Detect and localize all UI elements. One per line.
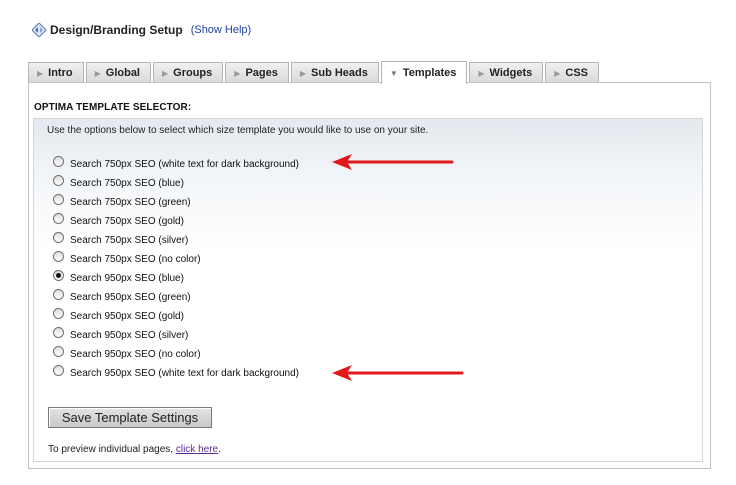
page-header: Design/Branding Setup (Show Help) [32,22,251,38]
template-option[interactable]: Search 750px SEO (green) [53,193,299,212]
template-option[interactable]: Search 950px SEO (white text for dark ba… [53,364,299,383]
radio-button[interactable] [53,175,64,186]
triangle-right-icon: ▶ [478,68,485,78]
tab-label: Sub Heads [311,67,368,79]
red-arrow-icon [332,365,464,381]
tab-templates[interactable]: ▼ Templates [380,61,468,84]
show-help-link[interactable]: (Show Help) [191,24,252,36]
tab-pages[interactable]: ▶ Pages [225,62,289,83]
save-template-settings-button[interactable]: Save Template Settings [48,407,212,428]
option-label: Search 950px SEO (silver) [70,330,189,341]
tab-label: Widgets [489,67,533,79]
red-arrow-icon [332,154,454,170]
template-option[interactable]: Search 750px SEO (silver) [53,231,299,250]
radio-button[interactable] [53,346,64,357]
tab-widgets[interactable]: ▶ Widgets [469,62,544,83]
preview-text: To preview individual pages, [48,444,176,455]
option-label: Search 750px SEO (gold) [70,216,184,227]
option-label: Search 950px SEO (no color) [70,349,201,360]
radio-button[interactable] [53,365,64,376]
triangle-down-icon: ▼ [389,68,398,78]
template-option[interactable]: Search 950px SEO (green) [53,288,299,307]
option-label: Search 950px SEO (green) [70,292,191,303]
section-intro: Use the options below to select which si… [47,125,429,136]
triangle-right-icon: ▶ [37,68,44,78]
template-option[interactable]: Search 950px SEO (gold) [53,307,299,326]
tab-css[interactable]: ▶ CSS [545,62,600,83]
click-here-link[interactable]: click here [176,444,218,455]
radio-button[interactable] [53,327,64,338]
option-label: Search 750px SEO (green) [70,197,191,208]
tab-label: CSS [565,67,589,79]
option-label: Search 950px SEO (blue) [70,273,184,284]
preview-suffix: . [218,444,221,455]
radio-button[interactable] [53,289,64,300]
template-option[interactable]: Search 950px SEO (no color) [53,345,299,364]
triangle-right-icon: ▶ [162,68,169,78]
option-label: Search 950px SEO (gold) [70,311,184,322]
option-label: Search 750px SEO (blue) [70,178,184,189]
design-diamond-icon [32,23,46,37]
template-option[interactable]: Search 750px SEO (gold) [53,212,299,231]
triangle-right-icon: ▶ [554,68,561,78]
radio-button[interactable] [53,156,64,167]
tab-groups[interactable]: ▶ Groups [153,62,224,83]
template-option[interactable]: Search 950px SEO (blue) [53,269,299,288]
tab-label: Intro [48,67,73,79]
section-title: OPTIMA TEMPLATE SELECTOR: [34,102,192,113]
radio-button[interactable] [53,270,64,281]
template-option[interactable]: Search 750px SEO (white text for dark ba… [53,155,299,174]
template-option[interactable]: Search 750px SEO (blue) [53,174,299,193]
tab-label: Pages [245,67,278,79]
option-label: Search 750px SEO (silver) [70,235,189,246]
triangle-right-icon: ▶ [234,68,241,78]
option-label: Search 750px SEO (white text for dark ba… [70,159,300,170]
option-label: Search 950px SEO (white text for dark ba… [70,368,300,379]
tab-label: Groups [173,67,213,79]
tab-bar: ▶ Intro ▶ Global ▶ Groups ▶ Pages ▶ Sub Heads… [28,61,601,84]
page-title: Design/Branding Setup [50,23,183,37]
tab-sub-heads[interactable]: ▶ Sub Heads [290,62,379,83]
tab-intro[interactable]: ▶ Intro [28,62,84,83]
option-label: Search 750px SEO (no color) [70,254,201,265]
radio-button[interactable] [53,194,64,205]
radio-button[interactable] [53,232,64,243]
triangle-right-icon: ▶ [94,68,101,78]
tab-label: Templates [402,67,457,79]
template-options: Search 750px SEO (white text for dark ba… [53,155,299,383]
templates-panel: OPTIMA TEMPLATE SELECTOR: Use the option… [28,82,711,469]
template-option[interactable]: Search 950px SEO (silver) [53,326,299,345]
radio-button[interactable] [53,251,64,262]
radio-button[interactable] [53,308,64,319]
preview-note: To preview individual pages, click here. [48,444,221,455]
triangle-right-icon: ▶ [299,68,307,78]
tab-label: Global [105,67,140,79]
radio-button[interactable] [53,213,64,224]
template-option[interactable]: Search 750px SEO (no color) [53,250,299,269]
tab-global[interactable]: ▶ Global [85,62,151,83]
